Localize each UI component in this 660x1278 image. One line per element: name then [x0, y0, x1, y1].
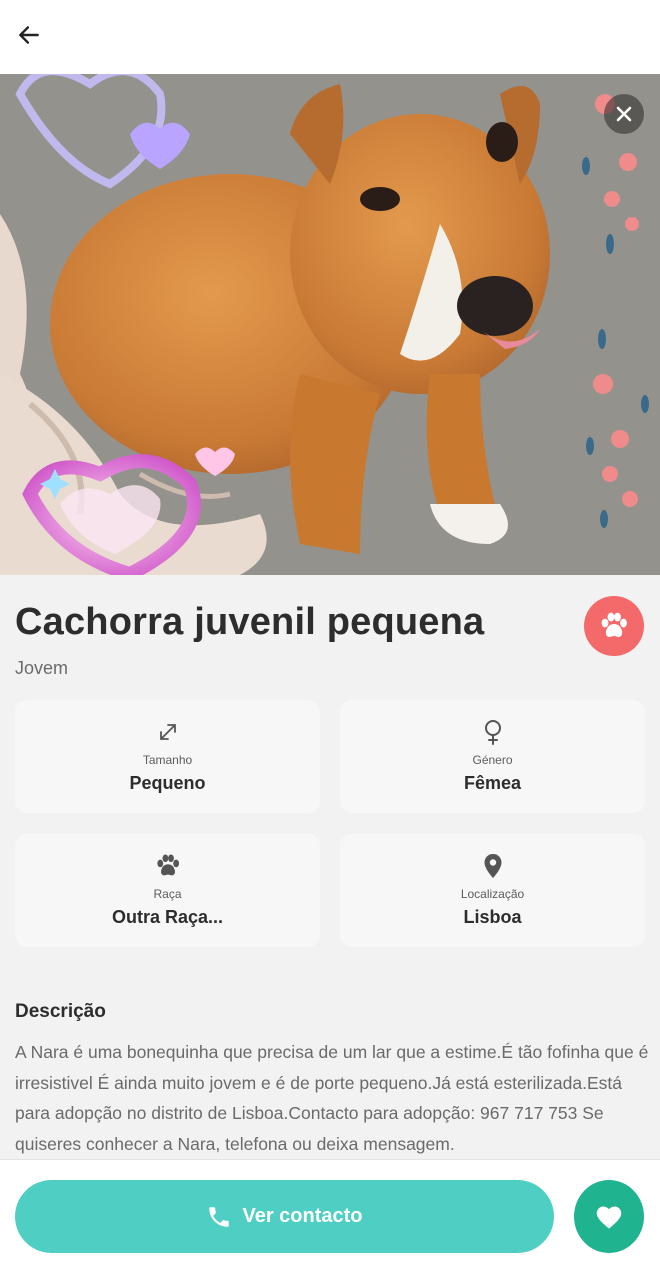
breed-card: Raça Outra Raça... — [15, 834, 320, 947]
gender-card: Género Fêmea — [340, 700, 645, 813]
breed-label: Raça — [153, 887, 182, 901]
phone-icon — [209, 1206, 230, 1227]
paw-icon — [601, 612, 627, 637]
breed-value: Outra Raça... — [111, 907, 224, 927]
size-label: Tamanho — [142, 753, 193, 767]
top-bar — [0, 0, 660, 74]
location-card: Localização Lisboa — [340, 834, 645, 947]
location-label: Localização — [460, 887, 525, 901]
pet-photo — [0, 74, 660, 575]
arrow-left-icon — [19, 26, 39, 44]
pet-name: Cachorra juvenil pequena — [15, 601, 485, 643]
close-icon — [616, 106, 632, 122]
location-value: Lisboa — [463, 907, 522, 927]
resize-arrows-icon — [159, 724, 176, 740]
view-contact-label: Ver contacto — [242, 1205, 363, 1227]
view-contact-button[interactable]: Ver contacto — [15, 1180, 554, 1253]
back-button[interactable] — [12, 18, 46, 52]
bottom-action-bar: Ver contacto — [0, 1159, 660, 1278]
gender-label: Género — [472, 753, 513, 767]
female-symbol-icon — [484, 720, 501, 745]
favorite-button[interactable] — [574, 1180, 644, 1253]
pet-details: Cachorra juvenil pequena Jovem Tamanho P… — [0, 575, 660, 1159]
close-photo-button[interactable] — [604, 94, 644, 134]
paw-icon — [156, 854, 179, 876]
size-value: Pequeno — [129, 773, 206, 793]
location-pin-icon — [484, 854, 501, 878]
size-card: Tamanho Pequeno — [15, 700, 320, 813]
description-title: Descrição — [15, 1001, 106, 1022]
paw-badge-button[interactable] — [584, 596, 644, 656]
heart-icon — [596, 1206, 622, 1229]
pet-age: Jovem — [15, 658, 69, 678]
description-text: A Nara é uma bonequinha que precisa de u… — [15, 1042, 649, 1154]
gender-value: Fêmea — [463, 773, 522, 793]
